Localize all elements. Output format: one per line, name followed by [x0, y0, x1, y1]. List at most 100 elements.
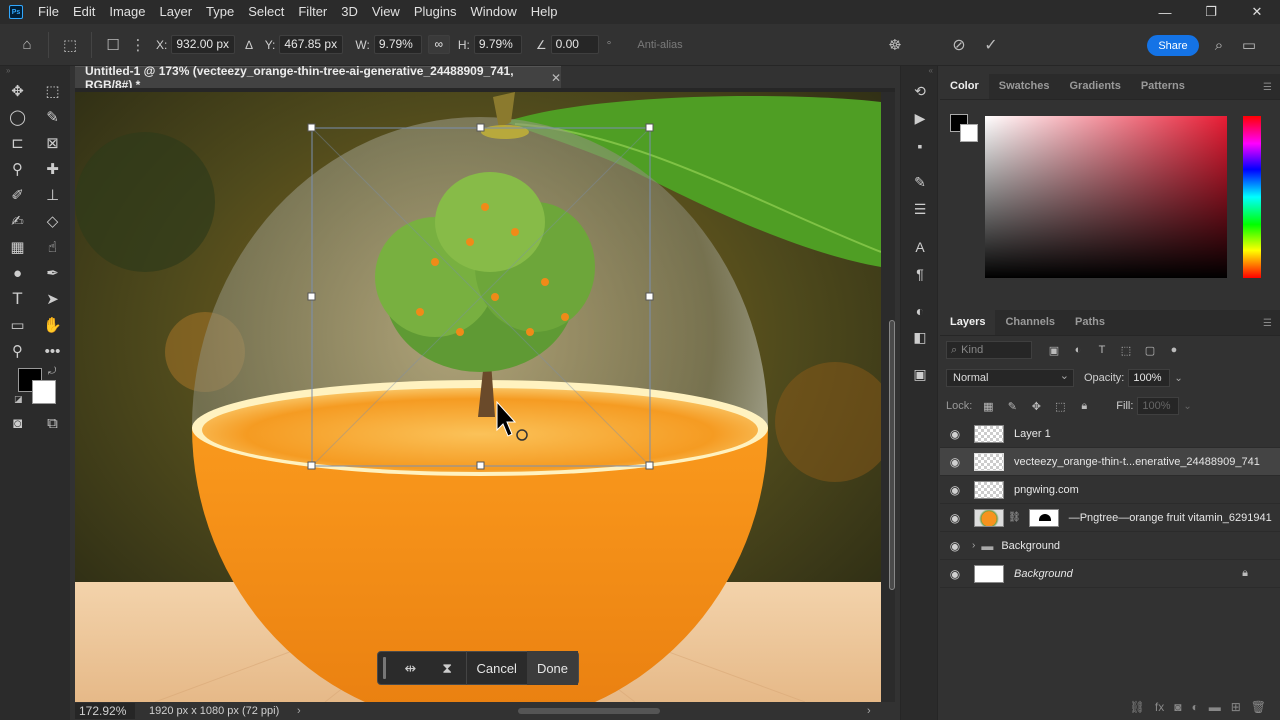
add-mask-icon[interactable]: ◙	[1174, 700, 1181, 714]
eye-icon[interactable]: ◉	[940, 455, 970, 469]
filter-toggle-icon[interactable]: ●	[1162, 344, 1186, 356]
quick-selection-tool-icon[interactable]: ✎	[35, 104, 70, 130]
canvas[interactable]	[75, 92, 881, 702]
flip-vertical-icon[interactable]: ⧗	[429, 651, 466, 685]
layer-row[interactable]: ◉ pngwing.com	[940, 476, 1280, 504]
kind-filter-select[interactable]: ⌕ Kind	[946, 341, 1032, 359]
horizontal-scroll-thumb[interactable]	[518, 708, 660, 714]
anti-alias-checkbox[interactable]: Anti-alias	[637, 39, 682, 51]
tab-patterns[interactable]: Patterns	[1131, 73, 1195, 99]
tab-swatches[interactable]: Swatches	[989, 73, 1060, 99]
menu-image[interactable]: Image	[102, 0, 152, 24]
dodge-tool-icon[interactable]: ●	[0, 260, 35, 286]
lock-position-icon[interactable]: ✥	[1024, 400, 1048, 413]
menu-window[interactable]: Window	[463, 0, 523, 24]
screen-mode-icon[interactable]: ⧉	[35, 410, 70, 436]
layer-mask-thumbnail[interactable]	[1028, 508, 1059, 527]
smudge-tool-icon[interactable]: ☝	[35, 234, 70, 260]
menu-layer[interactable]: Layer	[153, 0, 200, 24]
restore-icon[interactable]: ❐	[1188, 0, 1234, 24]
libraries-panel-icon[interactable]: ▣	[901, 361, 939, 388]
eraser-tool-icon[interactable]: ◇	[35, 208, 70, 234]
opacity-dropdown-icon[interactable]: ⌄	[1174, 373, 1182, 384]
document-tab[interactable]: Untitled-1 @ 173% (vecteezy_orange-thin-…	[75, 64, 561, 92]
gradient-tool-icon[interactable]: ▦	[0, 234, 35, 260]
fill-field[interactable]: 100%	[1137, 397, 1180, 415]
brush-settings-icon[interactable]: ✎	[901, 169, 939, 196]
eye-icon[interactable]: ◉	[940, 567, 970, 581]
vertical-scroll-thumb[interactable]	[889, 320, 895, 590]
eye-icon[interactable]: ◉	[940, 483, 970, 497]
cancel-transform-icon[interactable]: ⊘	[944, 30, 974, 60]
hue-slider[interactable]	[1243, 116, 1261, 278]
background-color-swatch[interactable]	[32, 380, 56, 404]
expand-group-icon[interactable]: ›	[972, 540, 975, 551]
close-document-icon[interactable]: ✕	[551, 71, 561, 85]
crop-tool-icon[interactable]: ⊏	[0, 130, 35, 156]
lock-artboard-icon[interactable]: ⬚	[1048, 400, 1072, 413]
move-tool-icon[interactable]: ✥	[0, 78, 35, 104]
warp-mode-icon[interactable]: ☸	[880, 30, 910, 60]
new-adjustment-layer-icon[interactable]: ◐	[1191, 700, 1198, 714]
status-menu-arrow-icon[interactable]: ›	[297, 705, 301, 717]
lock-transparent-icon[interactable]: ▦	[976, 400, 1000, 413]
lasso-tool-icon[interactable]: ◯	[0, 104, 35, 130]
y-position-field[interactable]: 467.85 px	[279, 35, 344, 54]
quick-mask-icon[interactable]: ◙	[0, 410, 35, 436]
eyedropper-tool-icon[interactable]: ⚲	[0, 156, 35, 182]
comments-panel-icon[interactable]: ▪	[901, 132, 939, 159]
collapse-panels-icon[interactable]: «	[901, 66, 937, 78]
path-selection-tool-icon[interactable]: ➤	[35, 286, 70, 312]
fill-dropdown-icon[interactable]: ⌄	[1183, 401, 1191, 412]
rectangle-tool-icon[interactable]: ▭	[0, 312, 35, 338]
eye-icon[interactable]: ◉	[940, 539, 970, 553]
menu-select[interactable]: Select	[241, 0, 291, 24]
pen-tool-icon[interactable]: ✒	[35, 260, 70, 286]
tab-layers[interactable]: Layers	[940, 309, 996, 335]
tab-gradients[interactable]: Gradients	[1059, 73, 1130, 99]
blend-mode-select[interactable]: Normal	[946, 368, 1074, 387]
hand-tool-icon[interactable]: ✋	[35, 312, 70, 338]
search-icon[interactable]: ⌕	[1204, 30, 1234, 60]
transform-tool-icon[interactable]: ⬚	[55, 30, 85, 60]
color-picker-field[interactable]	[985, 116, 1227, 278]
delta-icon[interactable]: ∆	[245, 38, 252, 52]
opacity-field[interactable]: 100%	[1128, 369, 1171, 387]
tab-paths[interactable]: Paths	[1065, 309, 1115, 335]
menu-filter[interactable]: Filter	[291, 0, 334, 24]
filter-pixel-icon[interactable]: ▣	[1042, 344, 1066, 357]
layer-row[interactable]: ◉ ⛓ —Pngtree—orange fruit vitamin_629194…	[940, 504, 1280, 532]
done-button[interactable]: Done	[526, 651, 579, 685]
eye-icon[interactable]: ◉	[940, 427, 970, 441]
paragraph-panel-icon[interactable]: ¶	[901, 260, 939, 287]
cancel-button[interactable]: Cancel	[466, 651, 526, 685]
brush-tool-icon[interactable]: ✐	[0, 182, 35, 208]
link-layers-icon[interactable]: ⛓	[1130, 700, 1145, 714]
home-icon[interactable]: ⌂	[12, 30, 42, 60]
history-panel-icon[interactable]: ⟲	[901, 78, 939, 105]
layer-row[interactable]: ◉ vecteezy_orange-thin-t...enerative_244…	[940, 448, 1280, 476]
lock-all-icon[interactable]: 🔒︎	[1072, 400, 1096, 413]
share-button[interactable]: Share	[1147, 35, 1199, 56]
collapse-toolbar-icon[interactable]: »	[0, 66, 70, 78]
tab-color[interactable]: Color	[940, 73, 989, 99]
adjustment-layers-icon[interactable]: ◐	[901, 297, 939, 324]
eye-icon[interactable]: ◉	[940, 511, 970, 525]
properties-panel-icon[interactable]: ◧	[901, 324, 939, 351]
layer-row[interactable]: ◉ Layer 1	[940, 420, 1280, 448]
delete-layer-icon[interactable]: 🗑︎	[1251, 700, 1266, 714]
filter-shape-icon[interactable]: ⬚	[1114, 344, 1138, 357]
frame-tool-icon[interactable]: ⊠	[35, 130, 70, 156]
menu-3d[interactable]: 3D	[334, 0, 365, 24]
menu-edit[interactable]: Edit	[66, 0, 102, 24]
x-position-field[interactable]: 932.00 px	[171, 35, 236, 54]
width-field[interactable]: 9.79%	[373, 35, 422, 54]
adjustments-icon[interactable]: ☰	[901, 196, 939, 223]
type-tool-icon[interactable]: T	[0, 286, 35, 312]
filter-smart-object-icon[interactable]: ▢	[1138, 344, 1162, 357]
menu-file[interactable]: File	[31, 0, 66, 24]
filter-adjustment-icon[interactable]: ◐	[1066, 344, 1090, 356]
panel-menu-icon[interactable]: ☰	[1263, 82, 1272, 93]
link-proportions-icon[interactable]: ∞	[427, 35, 450, 54]
menu-view[interactable]: View	[365, 0, 407, 24]
